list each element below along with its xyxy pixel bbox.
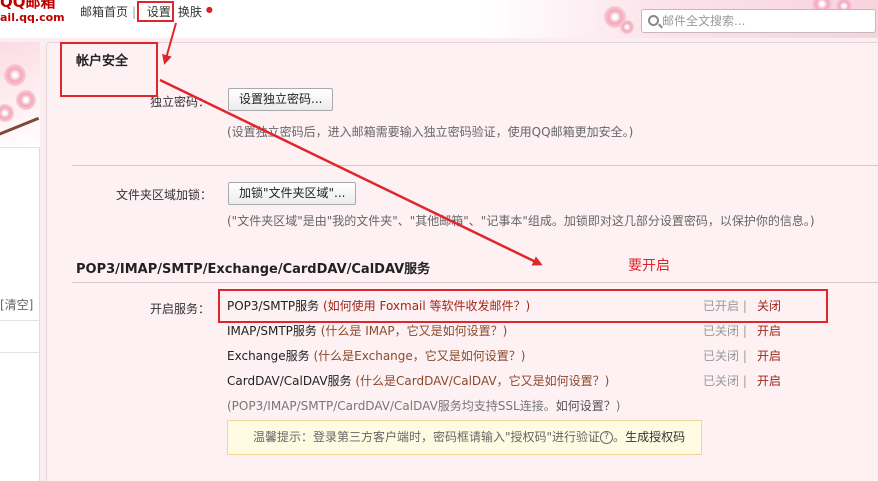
service-toggle-link[interactable]: 开启 — [757, 322, 781, 339]
search-box — [641, 9, 876, 33]
service-name: Exchange服务 — [227, 349, 310, 363]
service-name: CardDAV/CalDAV服务 — [227, 374, 352, 388]
annotation-box-account-security — [60, 42, 158, 97]
generate-auth-code-link[interactable]: 生成授权码 — [625, 430, 685, 444]
sidebar-divider — [0, 320, 40, 321]
set-independent-password-button[interactable]: 设置独立密码... — [228, 88, 334, 111]
sidebar — [0, 42, 40, 481]
service-row-carddav-caldav: CardDAV/CalDAV服务 (什么是CardDAV/CalDAV，它又是如… — [227, 372, 609, 389]
section-divider — [72, 282, 878, 283]
blossom-decoration-icon — [0, 104, 14, 122]
blossom-decoration-icon — [4, 64, 26, 86]
service-state: 已关闭 | — [703, 324, 747, 338]
ssl-note: (POP3/IMAP/SMTP/CardDAV/CalDAV服务均支持SSL连接… — [227, 399, 621, 413]
independent-password-label: 独立密码： — [150, 95, 211, 109]
ssl-howto-link[interactable]: 如何设置？ — [556, 399, 616, 413]
service-name: IMAP/SMTP服务 — [227, 324, 317, 338]
section-divider — [72, 165, 878, 166]
logo-domain: ail.qq.com — [0, 11, 65, 24]
nav-skin-link[interactable]: 换肤 — [178, 3, 202, 20]
service-help-link[interactable]: (什么是Exchange，它又是如何设置？) — [313, 349, 525, 363]
authorization-code-notice: 温馨提示：登录第三方客户端时，密码框请输入"授权码"进行验证? 。生成授权码 — [227, 420, 702, 455]
service-help-link[interactable]: (什么是 IMAP，它又是如何设置？) — [321, 324, 508, 338]
annotation-box-settings — [137, 1, 174, 22]
nav-home-link[interactable]: 邮箱首页 — [80, 3, 128, 20]
nav-separator: | — [132, 5, 137, 19]
folder-lock-hint: ("文件夹区域"是由"我的文件夹"、"其他邮箱"、"记事本"组成。加锁即对这几部… — [227, 214, 815, 228]
service-toggle-link[interactable]: 开启 — [757, 347, 781, 364]
service-help-link[interactable]: (什么是CardDAV/CalDAV，它又是如何设置？) — [355, 374, 609, 388]
services-label: 开启服务： — [150, 302, 211, 316]
service-state: 已关闭 | — [703, 349, 747, 363]
folder-lock-label: 文件夹区域加锁： — [116, 188, 213, 202]
annotation-box-pop3-row — [218, 289, 828, 323]
search-icon[interactable] — [648, 15, 659, 26]
sidebar-divider — [0, 352, 40, 353]
folder-lock-button[interactable]: 加锁"文件夹区域"... — [228, 182, 357, 205]
service-state: 已关闭 | — [703, 374, 747, 388]
help-icon[interactable]: ? — [600, 431, 614, 444]
notice-text: 温馨提示：登录第三方客户端时，密码框请输入"授权码"进行验证 — [253, 430, 601, 444]
service-row-exchange: Exchange服务 (什么是Exchange，它又是如何设置？) — [227, 347, 525, 364]
independent-password-hint: (设置独立密码后，进入邮箱需要输入独立密码验证，使用QQ邮箱更加安全。) — [227, 125, 634, 139]
blossom-decoration-icon — [16, 90, 36, 110]
service-toggle-link[interactable]: 开启 — [757, 372, 781, 389]
logo[interactable]: QQ邮箱 — [0, 0, 56, 10]
top-bar: QQ邮箱 ail.qq.com 邮箱首页 | 设置 换肤 ● — [0, 0, 878, 38]
clear-trash-link[interactable]: [清空] — [0, 296, 33, 313]
section-title-protocols: POP3/IMAP/SMTP/Exchange/CardDAV/CalDAV服务 — [76, 262, 431, 277]
blossom-decoration-icon — [620, 20, 634, 34]
service-row-imap-smtp: IMAP/SMTP服务 (什么是 IMAP，它又是如何设置？) — [227, 322, 507, 339]
annotation-text: 要开启 — [628, 258, 670, 274]
new-dot-icon: ● — [205, 5, 213, 14]
sidebar-blossom-art — [0, 42, 40, 147]
sidebar-divider — [0, 147, 40, 148]
search-input[interactable] — [662, 13, 872, 29]
